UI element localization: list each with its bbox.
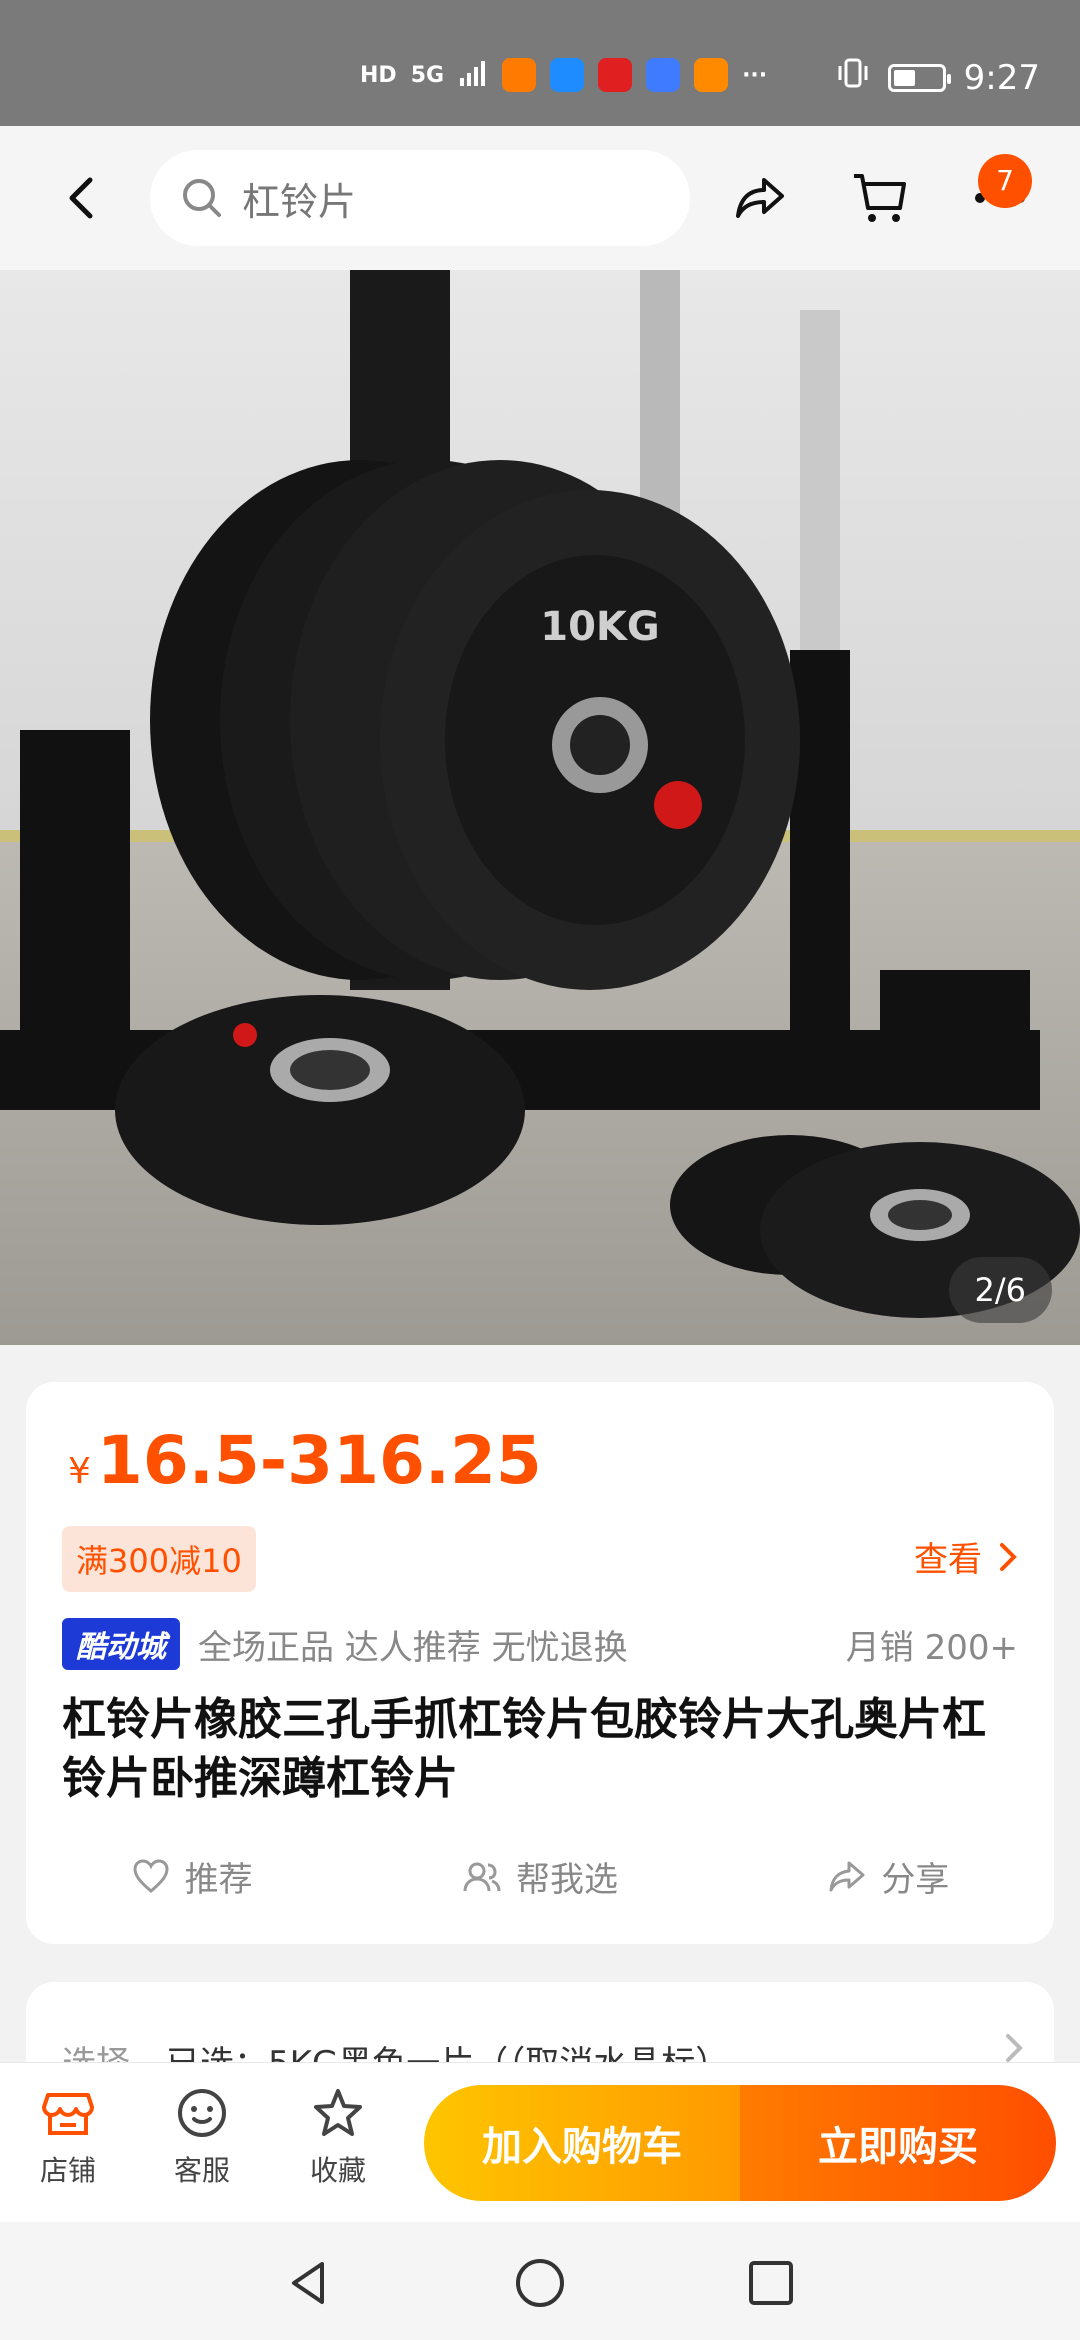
network-indicator: 5G xyxy=(410,62,445,88)
currency-symbol: ¥ xyxy=(68,1451,91,1492)
product-actions: 推荐 帮我选 分享 xyxy=(26,1852,1054,1901)
app-notification-icon xyxy=(598,58,633,92)
battery-icon xyxy=(887,63,951,92)
help-choose-button[interactable]: 帮我选 xyxy=(462,1852,618,1901)
monthly-sales: 月销 200+ xyxy=(845,1627,1018,1668)
view-promo-link[interactable]: 查看 xyxy=(914,1532,1018,1581)
vibrate-icon xyxy=(836,56,870,99)
shop-label: 店铺 xyxy=(39,2154,96,2187)
store-icon xyxy=(42,2093,94,2135)
app-notification-icon xyxy=(502,58,537,92)
people-icon xyxy=(463,1862,501,1891)
view-more-label: 查看 xyxy=(914,1540,982,1580)
hd-indicator: HD xyxy=(360,62,397,88)
square-recents-icon xyxy=(749,2261,793,2305)
heart-icon xyxy=(133,1858,169,1893)
clock: 9:27 xyxy=(963,57,1040,98)
triangle-back-icon xyxy=(292,2262,324,2304)
status-bar: HD 5G ··· 9:27 xyxy=(0,0,1080,126)
recommend-label: 推荐 xyxy=(184,1860,253,1900)
buy-now-button[interactable]: 立即购买 xyxy=(740,2085,1056,2201)
image-counter: 2/6 xyxy=(948,1257,1052,1323)
share-product-button[interactable]: 分享 xyxy=(827,1852,949,1901)
add-to-cart-button[interactable]: 加入购物车 xyxy=(424,2085,740,2201)
circle-home-icon xyxy=(516,2259,564,2307)
product-image-gallery[interactable]: 10KG 2/6 xyxy=(0,270,1080,1345)
status-right-icons: 9:27 xyxy=(836,56,1040,99)
cart-icon xyxy=(854,174,906,222)
system-home-button[interactable] xyxy=(513,2256,567,2310)
more-notifications: ··· xyxy=(742,62,768,88)
barbell-plates-image: 10KG xyxy=(0,270,1080,1345)
shop-button[interactable]: 店铺 xyxy=(18,2085,118,2189)
search-text: 杠铃片 xyxy=(242,179,357,224)
product-title: 杠铃片橡胶三孔手抓杠铃片包胶铃片大孔奥片杠铃片卧推深蹲杠铃片 xyxy=(62,1694,986,1805)
share-button[interactable] xyxy=(730,168,790,228)
service-label: 客服 xyxy=(173,2154,230,2187)
search-icon xyxy=(183,179,221,217)
recommend-button[interactable]: 推荐 xyxy=(131,1852,253,1901)
video-app-icon xyxy=(694,58,729,92)
share-icon xyxy=(736,178,784,218)
price: ¥ 16.5-316.25 xyxy=(68,1422,542,1499)
bottom-action-bar: 店铺 客服 收藏 加入购物车 立即购买 xyxy=(0,2062,1080,2222)
product-info-card: ¥ 16.5-316.25 满300减10 查看 酷动城 全场正品 达人推荐 无… xyxy=(26,1382,1054,1944)
svg-text:10KG: 10KG xyxy=(540,604,660,650)
price-range: 16.5-316.25 xyxy=(96,1422,542,1499)
cart-count-badge: 7 xyxy=(978,154,1032,208)
chevron-right-icon xyxy=(1000,1542,1017,1571)
search-input[interactable]: 杠铃片 xyxy=(150,150,690,246)
help-choose-label: 帮我选 xyxy=(515,1860,618,1900)
system-recents-button[interactable] xyxy=(744,2256,798,2310)
system-nav-bar xyxy=(0,2222,1080,2340)
service-tags-row: 酷动城 全场正品 达人推荐 无忧退换 月销 200+ xyxy=(62,1618,1018,1670)
status-left-icons: HD 5G ··· xyxy=(360,58,767,92)
favorite-label: 收藏 xyxy=(309,2154,366,2187)
promo-badge[interactable]: 满300减10 xyxy=(62,1526,256,1592)
music-app-icon xyxy=(646,58,681,92)
share-icon xyxy=(829,1861,865,1891)
service-icon xyxy=(178,2089,226,2137)
signal-icon xyxy=(458,58,488,92)
star-icon xyxy=(314,2089,362,2136)
cart-button[interactable] xyxy=(850,168,910,228)
chevron-left-icon xyxy=(69,177,93,219)
top-nav: 杠铃片 7 xyxy=(0,126,1080,270)
service-tags: 全场正品 达人推荐 无忧退换 xyxy=(198,1627,628,1668)
share-label: 分享 xyxy=(881,1860,950,1900)
chevron-right-icon xyxy=(1006,2034,1023,2062)
app-notification-icon xyxy=(550,58,585,92)
customer-service-button[interactable]: 客服 xyxy=(152,2085,252,2189)
purchase-buttons: 加入购物车 立即购买 xyxy=(424,2085,1056,2201)
system-back-button[interactable] xyxy=(282,2256,336,2310)
store-brand-badge: 酷动城 xyxy=(62,1618,180,1670)
favorite-button[interactable]: 收藏 xyxy=(288,2085,388,2189)
back-button[interactable] xyxy=(52,168,112,228)
